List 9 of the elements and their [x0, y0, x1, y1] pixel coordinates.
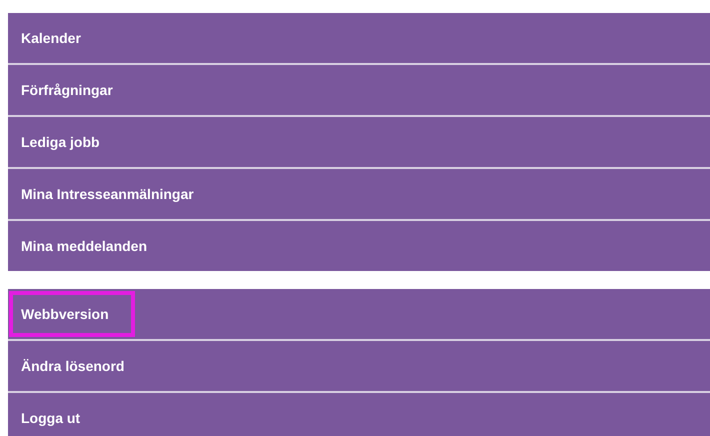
menu-item[interactable]: Mina meddelanden	[8, 221, 710, 271]
highlight-frame: Webbversion	[9, 291, 135, 337]
menu-item[interactable]: Kalender	[8, 13, 710, 63]
menu-item[interactable]: Mina Intresseanmälningar	[8, 169, 710, 219]
menu-item[interactable]: Ändra lösenord	[8, 341, 710, 391]
menu-item[interactable]: Lediga jobb	[8, 117, 710, 167]
menu-item[interactable]: Förfrågningar	[8, 65, 710, 115]
menu-item[interactable]: Webbversion	[8, 289, 710, 339]
menu-item[interactable]: Logga ut	[8, 393, 710, 436]
